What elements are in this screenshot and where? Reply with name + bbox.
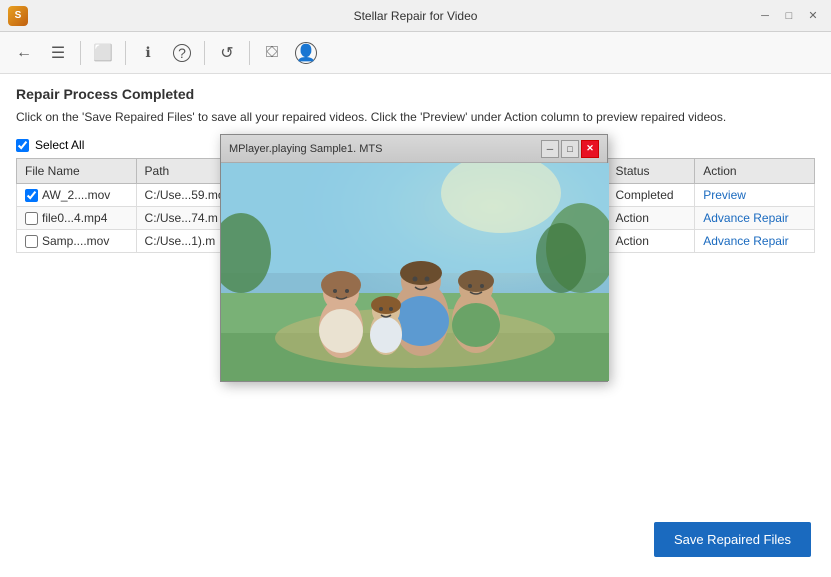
cell-filename: file0...4.mp4 xyxy=(17,207,137,230)
mplayer-popup: MPlayer.playing Sample1. MTS ─ □ ✕ xyxy=(220,134,608,382)
minimize-button[interactable]: ─ xyxy=(755,6,775,26)
select-all-checkbox[interactable] xyxy=(16,139,29,152)
row3-filename: Samp....mov xyxy=(42,234,109,248)
window-title: Stellar Repair for Video xyxy=(354,9,478,23)
refresh-button[interactable]: ↺ xyxy=(213,39,241,67)
toolbar-sep-3 xyxy=(204,41,205,65)
user-button[interactable]: 👤 xyxy=(292,39,320,67)
repair-description: Click on the 'Save Repaired Files' to sa… xyxy=(16,108,815,126)
help-button[interactable]: ? xyxy=(168,39,196,67)
row1-filename: AW_2....mov xyxy=(42,188,110,202)
mplayer-video-area xyxy=(221,163,609,381)
preview-link[interactable]: Preview xyxy=(703,188,746,202)
col-filename: File Name xyxy=(17,159,137,184)
help-icon: ? xyxy=(173,44,191,62)
select-all-label: Select All xyxy=(35,138,84,152)
row1-status: Completed xyxy=(607,184,695,207)
info-button[interactable]: ℹ xyxy=(134,39,162,67)
app-icon: S xyxy=(8,6,28,26)
row1-checkbox[interactable] xyxy=(25,189,38,202)
row2-filename: file0...4.mp4 xyxy=(42,211,107,225)
refresh-icon: ↺ xyxy=(220,43,233,63)
advance-repair-link-2[interactable]: Advance Repair xyxy=(703,234,788,248)
maximize-button[interactable]: □ xyxy=(779,6,799,26)
row2-checkbox[interactable] xyxy=(25,212,38,225)
row3-action: Advance Repair xyxy=(695,230,815,253)
mplayer-close-button[interactable]: ✕ xyxy=(581,140,599,158)
row3-checkbox[interactable] xyxy=(25,235,38,248)
col-status: Status xyxy=(607,159,695,184)
info-icon: ℹ xyxy=(145,44,150,61)
mplayer-titlebar: MPlayer.playing Sample1. MTS ─ □ ✕ xyxy=(221,135,607,163)
clipboard-icon: ⬜ xyxy=(93,43,113,63)
cell-filename: Samp....mov xyxy=(17,230,137,253)
row2-status: Action xyxy=(607,207,695,230)
row1-action: Preview xyxy=(695,184,815,207)
cart-icon: ⛋ xyxy=(266,44,278,62)
toolbar-sep-2 xyxy=(125,41,126,65)
close-button[interactable]: ✕ xyxy=(803,6,823,26)
video-scene-svg xyxy=(221,163,609,381)
title-bar: S Stellar Repair for Video ─ □ ✕ xyxy=(0,0,831,32)
toolbar-sep-4 xyxy=(249,41,250,65)
toolbar-sep-1 xyxy=(80,41,81,65)
mplayer-minimize-button[interactable]: ─ xyxy=(541,140,559,158)
toolbar: ← ☰ ⬜ ℹ ? ↺ ⛋ 👤 xyxy=(0,32,831,74)
mplayer-maximize-button[interactable]: □ xyxy=(561,140,579,158)
save-repaired-files-button[interactable]: Save Repaired Files xyxy=(654,522,811,557)
advance-repair-link-1[interactable]: Advance Repair xyxy=(703,211,788,225)
row2-action: Advance Repair xyxy=(695,207,815,230)
user-icon: 👤 xyxy=(295,42,317,64)
mplayer-title: MPlayer.playing Sample1. MTS xyxy=(229,143,382,155)
cell-filename: AW_2....mov xyxy=(17,184,137,207)
title-bar-left: S xyxy=(8,6,28,26)
video-content xyxy=(221,163,609,381)
back-icon: ← xyxy=(16,44,32,62)
main-content: Repair Process Completed Click on the 'S… xyxy=(0,74,831,577)
window-controls: ─ □ ✕ xyxy=(755,6,823,26)
repair-title: Repair Process Completed xyxy=(16,86,815,102)
row3-status: Action xyxy=(607,230,695,253)
back-button[interactable]: ← xyxy=(10,39,38,67)
cart-button[interactable]: ⛋ xyxy=(258,39,286,67)
mplayer-controls: ─ □ ✕ xyxy=(541,140,599,158)
col-action: Action xyxy=(695,159,815,184)
menu-button[interactable]: ☰ xyxy=(44,39,72,67)
menu-icon: ☰ xyxy=(51,43,65,63)
clipboard-button[interactable]: ⬜ xyxy=(89,39,117,67)
